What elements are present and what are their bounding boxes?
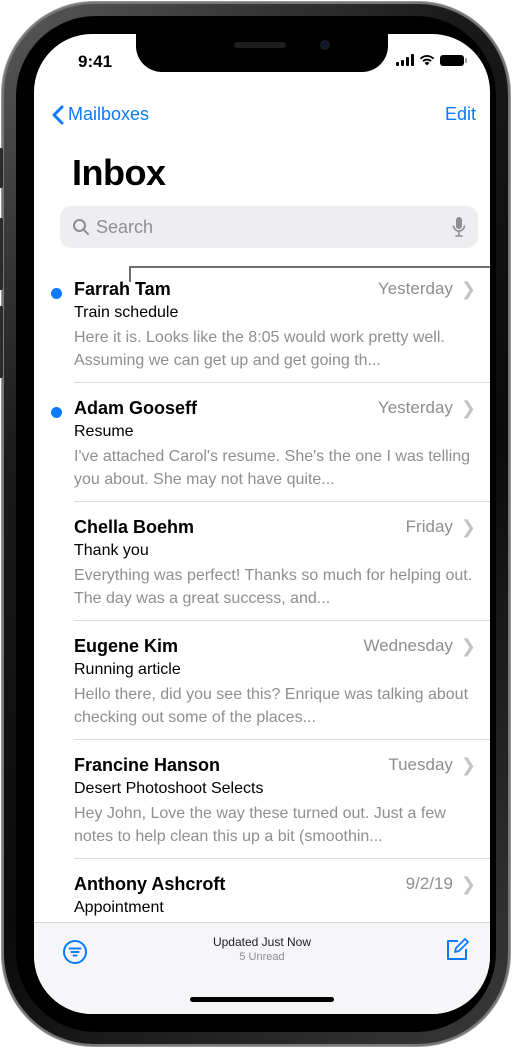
battery-icon [440,54,467,66]
email-date: Yesterday [377,398,453,417]
chevron-right-icon: ❯ [460,397,476,418]
volume-up-button [0,218,3,290]
sender-name: Eugene Kim [74,635,179,656]
update-status: Updated Just Now 5 Unread [34,935,490,963]
status-icons [396,54,467,66]
email-subject: Running article [74,661,181,678]
mail-row[interactable]: Eugene Kim Wednesday ❯ Running article He… [34,621,490,740]
mail-row[interactable]: Chella Boehm Friday ❯ Thank you Everythin… [34,502,490,621]
wifi-icon [419,55,435,66]
volume-down-button [0,306,3,378]
unread-dot [51,288,62,299]
chevron-left-icon [52,105,64,124]
edit-button[interactable]: Edit [445,104,476,125]
chevron-right-icon: ❯ [460,754,476,775]
email-date: Tuesday [388,755,453,774]
mailboxes-back-button[interactable]: Mailboxes [52,104,149,125]
sender-name: Adam Gooseff [74,397,198,418]
mail-row[interactable]: Farrah Tam Yesterday ❯ Train schedule Her… [34,264,490,383]
email-preview: Hey John, Love the way these turned out.… [74,805,446,845]
mail-row[interactable]: Francine Hanson Tuesday ❯ Desert Photosho… [34,740,490,859]
sender-name: Francine Hanson [74,754,221,775]
email-subject: Thank you [74,542,149,559]
email-date: 9/2/19 [405,874,453,893]
email-preview: Everything was perfect! Thanks so much f… [74,567,473,607]
chevron-right-icon: ❯ [460,278,476,299]
notch [136,34,388,72]
cellular-signal-icon [396,54,414,66]
mail-row[interactable]: Adam Gooseff Yesterday ❯ Resume I've atta… [34,383,490,502]
status-time: 9:41 [78,52,113,71]
microphone-icon[interactable] [452,216,466,238]
email-preview: I've attached Carol's resume. She's the … [74,448,471,488]
email-preview: Here it is. Looks like the 8:05 would wo… [74,329,445,369]
back-label: Mailboxes [68,104,150,124]
callout-line-vertical [129,266,131,282]
sender-name: Farrah Tam [74,278,171,299]
search-icon [73,219,89,235]
email-subject: Resume [74,423,134,440]
search-input[interactable]: Search [96,217,452,238]
callout-line [130,266,490,268]
home-indicator [190,997,334,1002]
email-subject: Appointment [74,899,164,916]
unread-count: 5 Unread [239,951,285,963]
compose-icon[interactable] [444,937,470,963]
email-subject: Train schedule [74,304,179,321]
email-subject: Desert Photoshoot Selects [74,780,264,797]
sender-name: Anthony Ashcroft [74,873,226,894]
update-status-text: Updated Just Now [212,935,312,949]
sender-name: Chella Boehm [74,516,195,537]
email-date: Friday [405,517,453,536]
front-camera [320,40,330,50]
chevron-right-icon: ❯ [460,873,476,894]
email-date: Yesterday [377,279,453,298]
chevron-right-icon: ❯ [460,516,476,537]
email-preview: Hello there, did you see this? Enrique w… [74,686,469,726]
mail-list: Farrah Tam Yesterday ❯ Train schedule Her… [34,264,490,978]
bottom-toolbar: Updated Just Now 5 Unread [34,922,490,1014]
page-title: Inbox [72,152,166,193]
speaker-grille [234,42,286,48]
mute-switch [0,148,3,188]
search-bar[interactable]: Search [60,206,478,248]
email-date: Wednesday [363,636,453,655]
screen: 9:41 Mailboxes Edit Inbox Search Farrah … [34,34,490,1014]
chevron-right-icon: ❯ [460,635,476,656]
unread-dot [51,407,62,418]
